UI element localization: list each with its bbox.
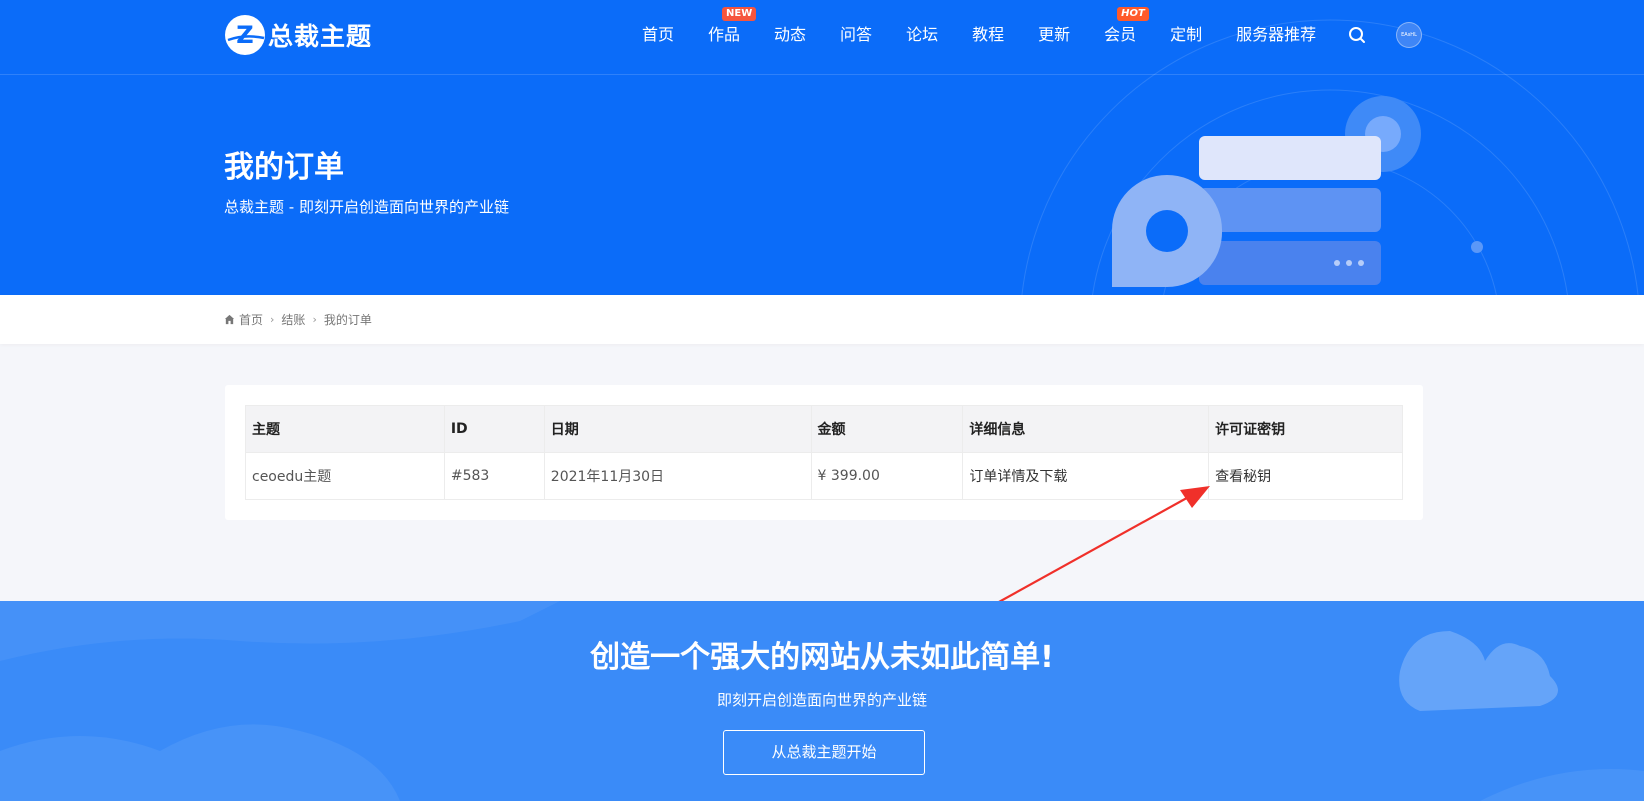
col-header-theme: 主题 [245, 405, 445, 453]
col-header-details: 详细信息 [962, 405, 1210, 453]
nav-item-tutorials[interactable]: 教程 [955, 0, 1021, 70]
view-license-key-link[interactable]: 查看秘钥 [1208, 452, 1403, 500]
search-icon[interactable] [1347, 25, 1367, 45]
logo-text: 总裁主题 [268, 22, 373, 51]
top-navbar: Z 总裁主题 首页 作品 NEW 动态 问答 论坛 教程 更新 会员 HOT 定制 … [0, 0, 1644, 75]
orders-table: 主题 ID 日期 金额 详细信息 许可证密钥 ceoedu主题 #583 202… [245, 405, 1403, 500]
start-button[interactable]: 从总裁主题开始 [723, 730, 925, 775]
nav-item-membership[interactable]: 会员 HOT [1087, 0, 1153, 70]
cell-date: 2021年11月30日 [543, 452, 812, 500]
nav-item-works[interactable]: 作品 NEW [691, 0, 757, 70]
arrow-annotation [987, 486, 1210, 609]
breadcrumb-current: 我的订单 [323, 313, 372, 327]
orders-card: 主题 ID 日期 金额 详细信息 许可证密钥 ceoedu主题 #583 202… [225, 385, 1423, 520]
col-header-amount: 金额 [810, 405, 964, 453]
breadcrumb: 首页 › 结账 › 我的订单 [224, 295, 372, 344]
user-avatar[interactable]: EAsHL [1396, 22, 1422, 48]
cell-amount: ¥ 399.00 [810, 452, 964, 500]
site-logo[interactable]: Z 总裁主题 [224, 14, 372, 56]
hot-badge: HOT [1117, 7, 1149, 21]
hero-banner: Z 总裁主题 首页 作品 NEW 动态 问答 论坛 教程 更新 会员 HOT 定制 … [0, 0, 1644, 295]
new-badge: NEW [722, 7, 757, 21]
col-header-date: 日期 [543, 405, 812, 453]
breadcrumb-home[interactable]: 首页 [239, 311, 263, 328]
breadcrumb-checkout[interactable]: 结账 [281, 311, 305, 328]
cell-id: #583 [443, 452, 545, 500]
logo-z-icon: Z [225, 15, 265, 55]
table-row: ceoedu主题 #583 2021年11月30日 ¥ 399.00 订单详情及… [245, 452, 1403, 500]
nav-item-servers[interactable]: 服务器推荐 [1219, 0, 1333, 70]
chevron-right-icon: › [312, 313, 317, 326]
cta-section: 创造一个强大的网站从未如此简单! 即刻开启创造面向世界的产业链 从总裁主题开始 [0, 601, 1644, 801]
col-header-id: ID [443, 405, 545, 453]
page-subtitle: 总裁主题 - 即刻开启创造面向世界的产业链 [224, 198, 509, 216]
nav-item-qa[interactable]: 问答 [823, 0, 889, 70]
main-nav: 首页 作品 NEW 动态 问答 论坛 教程 更新 会员 HOT 定制 服务器推荐 [625, 0, 1333, 70]
cta-title: 创造一个强大的网站从未如此简单! [590, 640, 1054, 675]
nav-item-forum[interactable]: 论坛 [889, 0, 955, 70]
cell-theme: ceoedu主题 [245, 452, 445, 500]
nav-item-updates[interactable]: 更新 [1021, 0, 1087, 70]
chevron-right-icon: › [270, 313, 275, 326]
nav-item-news[interactable]: 动态 [757, 0, 823, 70]
nav-item-home[interactable]: 首页 [625, 0, 691, 70]
table-header-row: 主题 ID 日期 金额 详细信息 许可证密钥 [245, 405, 1403, 453]
nav-item-custom[interactable]: 定制 [1153, 0, 1219, 70]
col-header-license: 许可证密钥 [1208, 405, 1403, 453]
svg-text:Z: Z [236, 21, 253, 49]
home-icon [224, 314, 235, 325]
cta-subtitle: 即刻开启创造面向世界的产业链 [716, 691, 927, 709]
breadcrumb-bar: 首页 › 结账 › 我的订单 [0, 295, 1644, 344]
page-title: 我的订单 [224, 150, 344, 185]
